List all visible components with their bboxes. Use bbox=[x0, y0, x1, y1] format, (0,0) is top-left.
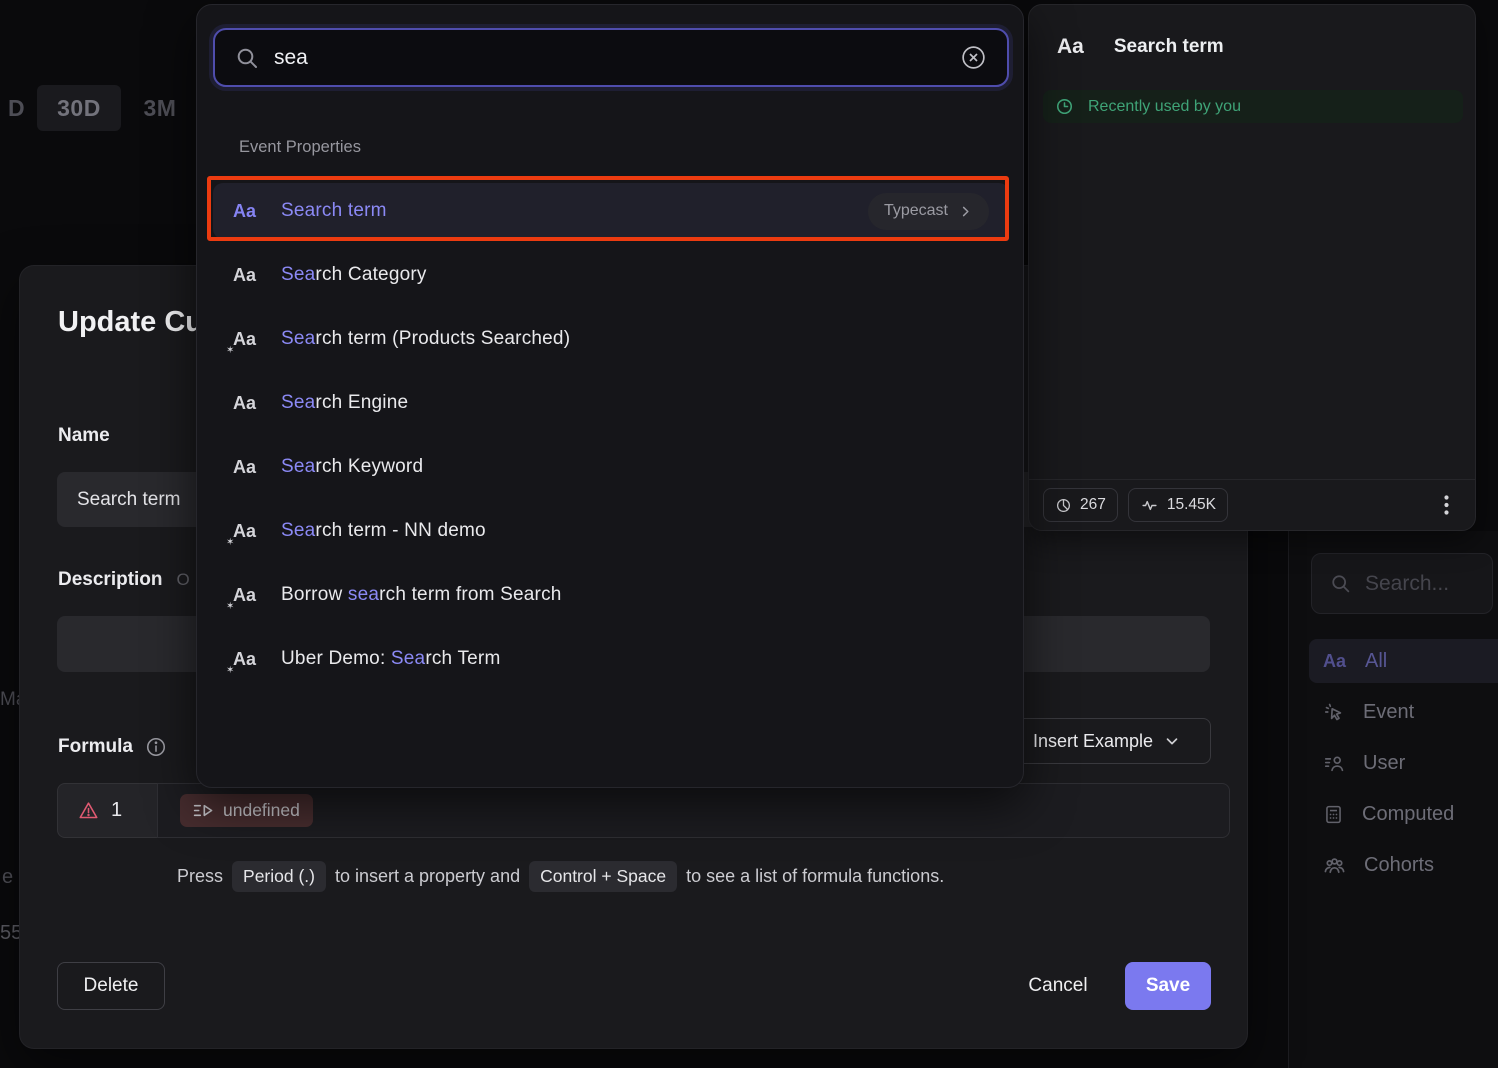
time-tab-30d[interactable]: 30D bbox=[37, 85, 121, 131]
property-option[interactable]: Aa✶ Borrow search term from Search bbox=[213, 567, 1009, 623]
custom-string-type-icon: Aa✶ bbox=[233, 329, 260, 350]
property-option[interactable]: Aa Search Category bbox=[213, 247, 1009, 303]
typecast-button[interactable]: Typecast bbox=[868, 193, 989, 230]
kbd-period: Period (.) bbox=[232, 861, 326, 892]
computed-icon bbox=[1323, 804, 1344, 825]
name-label: Name bbox=[58, 425, 110, 447]
event-icon bbox=[1323, 701, 1345, 723]
string-type-icon: Aa bbox=[1057, 35, 1084, 59]
time-tab-d[interactable]: D bbox=[0, 85, 33, 131]
pulse-icon bbox=[1140, 497, 1159, 514]
delete-button[interactable]: Delete bbox=[57, 962, 165, 1010]
sidebar-item-label: Computed bbox=[1362, 803, 1454, 826]
details-header: Aa Search term bbox=[1057, 35, 1224, 59]
sidebar-search[interactable] bbox=[1311, 553, 1493, 614]
property-option[interactable]: Aa Search Keyword bbox=[213, 439, 1009, 495]
sidebar-item-all[interactable]: Aa All bbox=[1309, 639, 1498, 683]
sidebar-item-cohorts[interactable]: Cohorts bbox=[1309, 843, 1498, 887]
details-footer: 267 15.45K bbox=[1029, 479, 1475, 530]
chart-axis-fragment: e bbox=[2, 866, 13, 889]
property-option[interactable]: Aa✶ Search term - NN demo bbox=[213, 503, 1009, 559]
clear-search-icon[interactable] bbox=[960, 44, 987, 71]
chevron-right-icon bbox=[958, 204, 973, 219]
clock-icon bbox=[1055, 97, 1074, 116]
sidebar-item-label: Cohorts bbox=[1364, 854, 1434, 877]
sidebar-search-input[interactable] bbox=[1365, 572, 1475, 596]
pie-icon bbox=[1055, 497, 1072, 514]
string-type-icon: Aa bbox=[233, 457, 260, 478]
formula-label: Formula bbox=[58, 736, 167, 758]
property-option-label: Search term (Products Searched) bbox=[281, 328, 570, 350]
property-option[interactable]: Aa✶ Uber Demo: Search Term bbox=[213, 631, 1009, 687]
custom-star-icon: ✶ bbox=[226, 537, 234, 548]
warning-icon bbox=[78, 800, 99, 821]
info-icon[interactable] bbox=[145, 736, 167, 758]
cancel-button[interactable]: Cancel bbox=[1001, 962, 1115, 1010]
property-details-panel: Aa Search term Recently used by you 267 1… bbox=[1028, 4, 1476, 531]
string-type-icon: Aa bbox=[233, 393, 260, 414]
stat-pill-pie[interactable]: 267 bbox=[1043, 488, 1118, 522]
chart-axis-fragment: 55 bbox=[0, 922, 22, 945]
sidebar-item-label: User bbox=[1363, 752, 1405, 775]
property-title: Search term bbox=[1114, 36, 1224, 58]
search-icon bbox=[235, 46, 259, 70]
formula-error-gutter: 1 bbox=[57, 783, 157, 838]
typecast-token-icon bbox=[193, 802, 214, 819]
sidebar-item-label: All bbox=[1365, 650, 1387, 673]
property-option-label: Borrow search term from Search bbox=[281, 584, 562, 606]
formula-hint: Press Period (.) to insert a property an… bbox=[177, 861, 944, 892]
insert-example-button[interactable]: Insert Example bbox=[1003, 718, 1211, 764]
optional-hint: O bbox=[177, 570, 190, 590]
property-option[interactable]: Aa✶ Search term (Products Searched) bbox=[213, 311, 1009, 367]
property-option-label: Search term bbox=[281, 200, 387, 222]
cohorts-icon bbox=[1323, 854, 1346, 877]
custom-star-icon: ✶ bbox=[226, 345, 234, 356]
time-range-tabs: D30D3M bbox=[0, 85, 195, 131]
stat-pill-pulse[interactable]: 15.45K bbox=[1128, 488, 1228, 522]
kbd-control-space: Control + Space bbox=[529, 861, 677, 892]
description-label: Description O bbox=[58, 569, 190, 591]
custom-star-icon: ✶ bbox=[226, 601, 234, 612]
string-type-icon: Aa bbox=[233, 201, 260, 222]
chevron-down-icon bbox=[1163, 732, 1181, 750]
property-list: AaSearch termTypecastAaSearch CategoryAa… bbox=[213, 183, 1009, 695]
error-count: 1 bbox=[111, 799, 122, 822]
stat-value: 267 bbox=[1080, 496, 1106, 514]
search-icon bbox=[1330, 573, 1351, 594]
sidebar-item-computed[interactable]: Computed bbox=[1309, 792, 1498, 836]
property-search-input[interactable] bbox=[274, 46, 945, 70]
custom-string-type-icon: Aa✶ bbox=[233, 521, 260, 542]
sidebar-items: Aa All Event User Computed Cohorts bbox=[1309, 639, 1498, 894]
string-type-icon: Aa bbox=[1323, 651, 1347, 672]
property-type-sidebar: Aa All Event User Computed Cohorts bbox=[1288, 531, 1498, 1068]
property-option[interactable]: Aa Search Engine bbox=[213, 375, 1009, 431]
time-tab-3m[interactable]: 3M bbox=[125, 85, 195, 131]
string-type-icon: Aa bbox=[233, 265, 260, 286]
modal-title: Update Cu bbox=[58, 306, 203, 339]
recently-used-badge: Recently used by you bbox=[1043, 90, 1463, 123]
property-option-label: Search Engine bbox=[281, 392, 408, 414]
property-option-label: Uber Demo: Search Term bbox=[281, 648, 500, 670]
custom-string-type-icon: Aa✶ bbox=[233, 649, 260, 670]
sidebar-item-label: Event bbox=[1363, 701, 1414, 724]
stat-value: 15.45K bbox=[1167, 496, 1216, 514]
custom-string-type-icon: Aa✶ bbox=[233, 585, 260, 606]
property-option-label: Search Keyword bbox=[281, 456, 423, 478]
custom-star-icon: ✶ bbox=[226, 665, 234, 676]
property-option-label: Search term - NN demo bbox=[281, 520, 486, 542]
save-button[interactable]: Save bbox=[1125, 962, 1211, 1010]
user-icon bbox=[1323, 752, 1345, 774]
sidebar-item-user[interactable]: User bbox=[1309, 741, 1498, 785]
formula-editor[interactable]: undefined bbox=[157, 783, 1230, 838]
kebab-menu-icon[interactable] bbox=[1442, 493, 1451, 517]
property-search-dropdown: Event Properties AaSearch termTypecastAa… bbox=[196, 4, 1024, 788]
property-searchbox[interactable] bbox=[213, 28, 1009, 87]
property-option-label: Search Category bbox=[281, 264, 427, 286]
property-option[interactable]: Aa Search term Typecast bbox=[213, 183, 1009, 239]
formula-token[interactable]: undefined bbox=[180, 794, 313, 827]
section-label: Event Properties bbox=[239, 138, 361, 157]
app-root: D30D3M May e 55 Update Cu Name Descripti… bbox=[0, 0, 1498, 1068]
sidebar-item-event[interactable]: Event bbox=[1309, 690, 1498, 734]
